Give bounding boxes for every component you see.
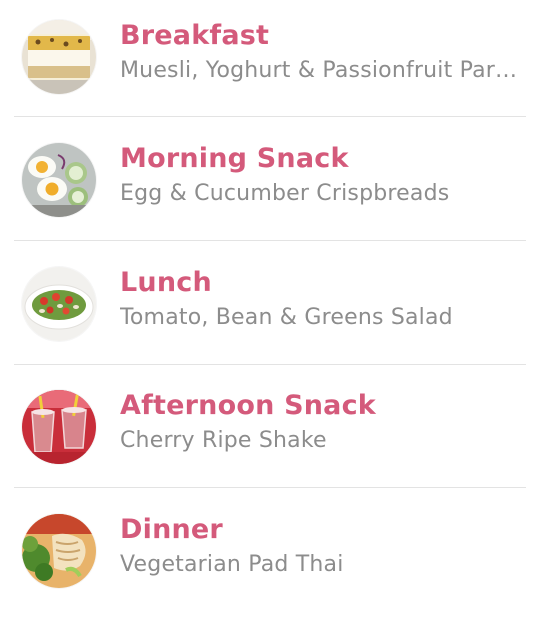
meal-title: Lunch [120,267,212,298]
meal-item-dinner[interactable]: Dinner Vegetarian Pad Thai [0,494,540,617]
meal-title: Afternoon Snack [120,390,376,421]
divider [14,364,526,365]
meal-item-breakfast[interactable]: Breakfast Muesli, Yoghurt & Passionfruit… [0,0,540,123]
dinner-thumbnail [22,514,96,588]
meal-description: Tomato, Bean & Greens Salad [120,305,453,330]
morning-snack-thumbnail [22,143,96,217]
divider [14,240,526,241]
divider [14,116,526,117]
meal-description: Cherry Ripe Shake [120,428,327,453]
meal-list: Breakfast Muesli, Yoghurt & Passionfruit… [0,0,540,600]
meal-title: Breakfast [120,20,270,51]
meal-description: Vegetarian Pad Thai [120,552,344,577]
meal-item-afternoon-snack[interactable]: Afternoon Snack Cherry Ripe Shake [0,370,540,493]
meal-title: Morning Snack [120,143,349,174]
meal-item-morning-snack[interactable]: Morning Snack Egg & Cucumber Crispbreads [0,123,540,246]
meal-item-lunch[interactable]: Lunch Tomato, Bean & Greens Salad [0,247,540,370]
meal-title: Dinner [120,514,223,545]
meal-description: Egg & Cucumber Crispbreads [120,181,450,206]
afternoon-snack-thumbnail [22,390,96,464]
meal-description: Muesli, Yoghurt & Passionfruit Parfait [120,58,520,83]
divider [14,487,526,488]
lunch-thumbnail [22,267,96,341]
breakfast-thumbnail [22,20,96,94]
